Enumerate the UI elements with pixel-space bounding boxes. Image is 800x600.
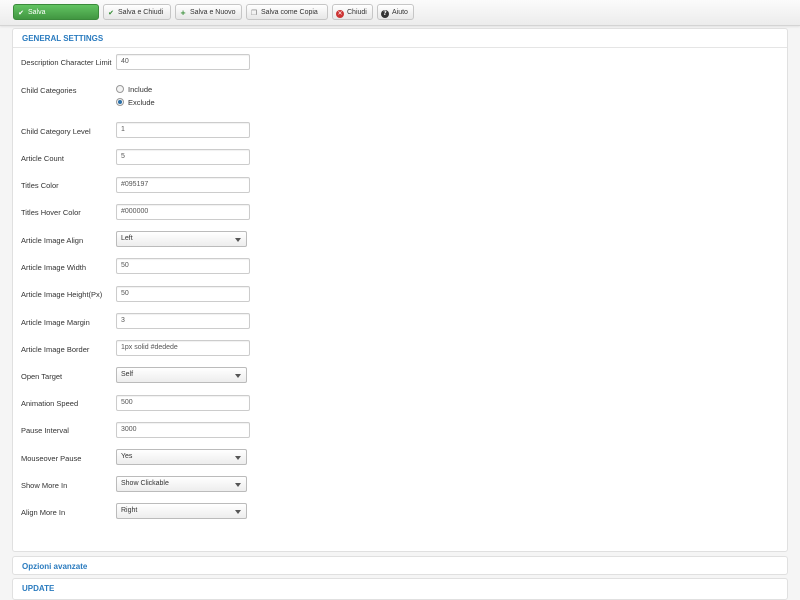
- panel-divider: [13, 47, 787, 48]
- image-width-input[interactable]: 50: [116, 258, 250, 274]
- image-border-input[interactable]: 1px solid #dedede: [116, 340, 250, 356]
- image-margin-input[interactable]: 3: [116, 313, 250, 329]
- image-width-label: Article Image Width: [21, 263, 87, 272]
- save-copy-button[interactable]: ❐ Salva come Copia: [246, 4, 328, 20]
- mouseover-pause-select[interactable]: Yes: [116, 449, 247, 465]
- align-more-label: Align More In: [21, 508, 66, 517]
- image-height-input[interactable]: 50: [116, 286, 250, 302]
- titles-hover-label: Titles Hover Color: [21, 208, 81, 217]
- chevron-down-icon: [235, 483, 241, 487]
- close-button[interactable]: ✕ Chiudi: [332, 4, 373, 20]
- show-more-label: Show More In: [21, 481, 68, 490]
- general-settings-heading[interactable]: GENERAL SETTINGS: [22, 34, 103, 43]
- titles-color-label: Titles Color: [21, 181, 59, 190]
- close-circle-icon: ✕: [336, 10, 344, 18]
- open-target-select[interactable]: Self: [116, 367, 247, 383]
- pause-interval-input[interactable]: 3000: [116, 422, 250, 438]
- article-count-input[interactable]: 5: [116, 149, 250, 165]
- titles-hover-input[interactable]: #000000: [116, 204, 250, 220]
- check-icon: ✔: [108, 9, 114, 17]
- mouseover-pause-label: Mouseover Pause: [21, 454, 82, 463]
- save-button[interactable]: ✔ Salva: [13, 4, 99, 20]
- anim-speed-input[interactable]: 500: [116, 395, 250, 411]
- child-categories-label: Child Categories: [21, 86, 77, 95]
- titles-color-input[interactable]: #095197: [116, 177, 250, 193]
- help-circle-icon: ?: [381, 10, 389, 18]
- chevron-down-icon: [235, 238, 241, 242]
- child-level-label: Child Category Level: [21, 127, 91, 136]
- child-level-input[interactable]: 1: [116, 122, 250, 138]
- save-new-button[interactable]: + Salva e Nuovo: [175, 4, 242, 20]
- radio-button[interactable]: [116, 85, 124, 93]
- image-height-label: Article Image Height(Px): [21, 290, 103, 299]
- align-more-select[interactable]: Right: [116, 503, 247, 519]
- chevron-down-icon: [235, 510, 241, 514]
- advanced-options-heading[interactable]: Opzioni avanzate: [22, 562, 87, 571]
- image-align-select[interactable]: Left: [116, 231, 247, 247]
- save-close-button[interactable]: ✔ Salva e Chiudi: [103, 4, 171, 20]
- radio-button-selected[interactable]: [116, 98, 124, 106]
- update-heading[interactable]: UPDATE: [22, 584, 54, 593]
- plus-icon: +: [180, 9, 186, 17]
- desc-limit-label: Description Character Limit: [21, 58, 112, 67]
- image-border-label: Article Image Border: [21, 345, 90, 354]
- desc-limit-input[interactable]: 40: [116, 54, 250, 70]
- image-align-label: Article Image Align: [21, 236, 84, 245]
- open-target-label: Open Target: [21, 372, 63, 381]
- child-categories-include-radio[interactable]: Include: [116, 85, 152, 94]
- advanced-options-panel: Opzioni avanzate: [12, 556, 788, 575]
- chevron-down-icon: [235, 456, 241, 460]
- show-more-select[interactable]: Show Clickable: [116, 476, 247, 492]
- help-button[interactable]: ? Aiuto: [377, 4, 414, 20]
- article-count-label: Article Count: [21, 154, 64, 163]
- image-margin-label: Article Image Margin: [21, 318, 90, 327]
- child-categories-exclude-radio[interactable]: Exclude: [116, 98, 155, 107]
- pause-interval-label: Pause Interval: [21, 426, 69, 435]
- check-icon: ✔: [18, 9, 24, 17]
- toolbar: ✔ Salva ✔ Salva e Chiudi + Salva e Nuovo ❐ S…: [0, 0, 800, 26]
- copy-icon: ❐: [250, 9, 258, 17]
- chevron-down-icon: [235, 374, 241, 378]
- anim-speed-label: Animation Speed: [21, 399, 79, 408]
- update-panel: UPDATE: [12, 578, 788, 600]
